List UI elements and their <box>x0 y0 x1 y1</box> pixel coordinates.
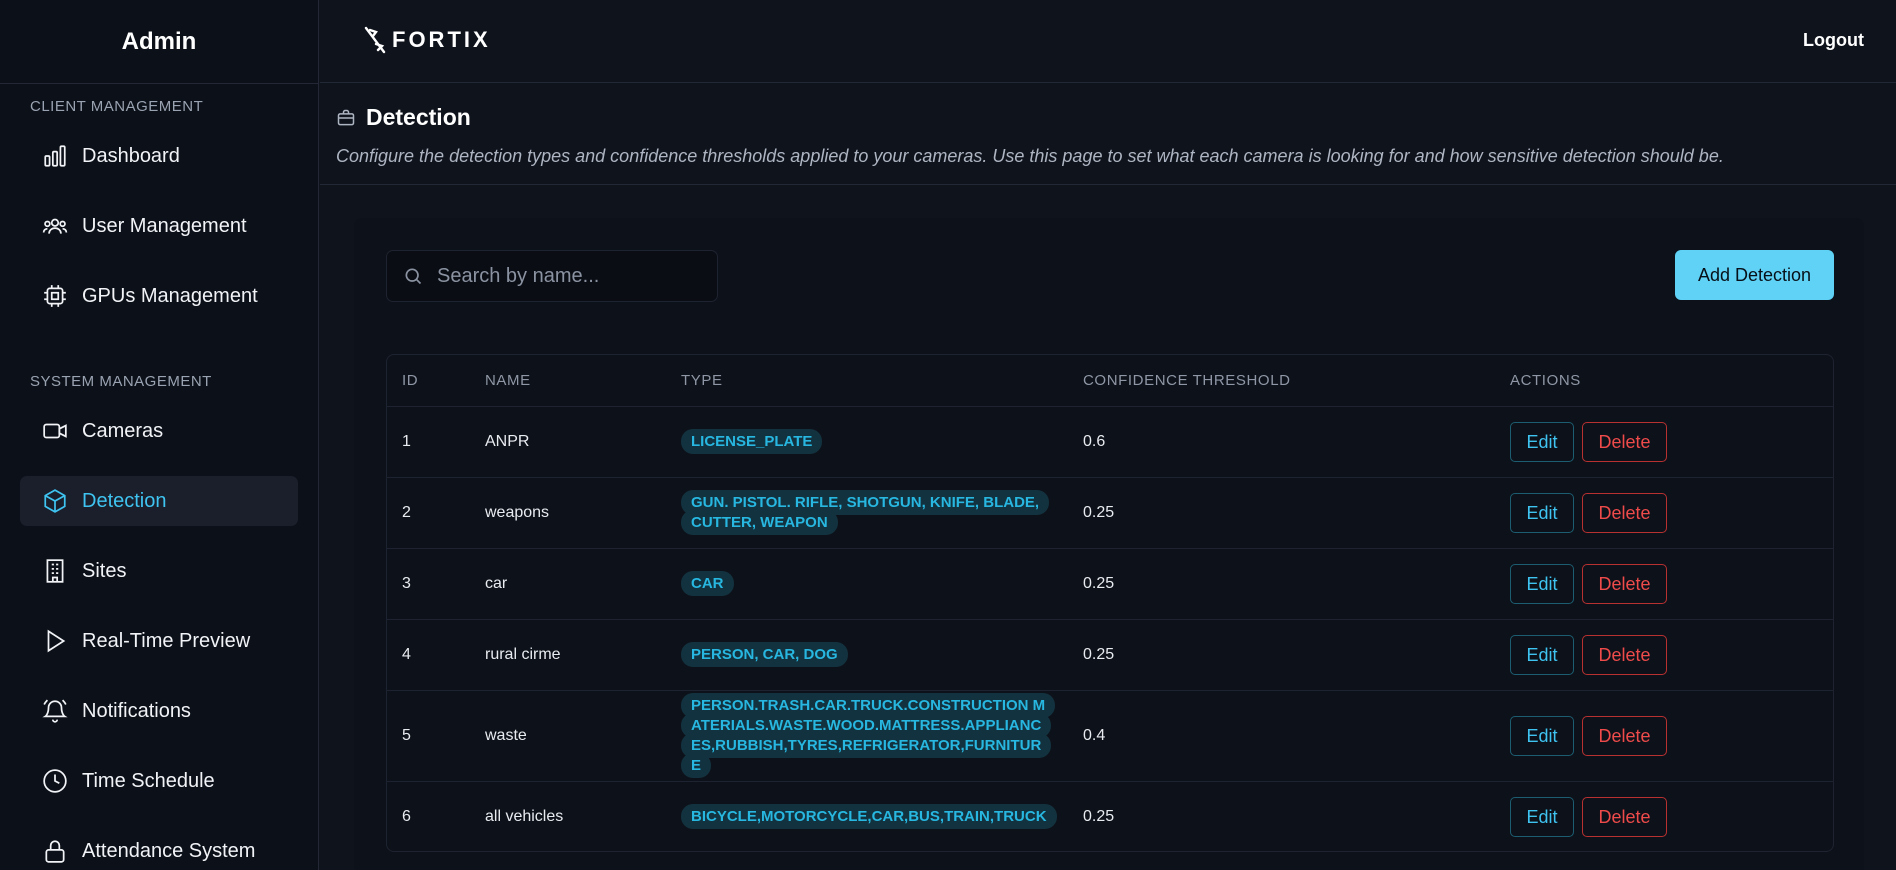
sidebar-item-attendance-system[interactable]: Attendance System <box>20 826 298 870</box>
bell-icon <box>42 699 68 723</box>
sidebar-item-label: Attendance System <box>82 839 256 862</box>
delete-button[interactable]: Delete <box>1582 634 1667 675</box>
cell-id: 4 <box>387 619 470 691</box>
sidebar-item-label: Notifications <box>82 699 191 722</box>
search-input[interactable] <box>437 264 687 288</box>
delete-button[interactable]: Delete <box>1582 715 1667 756</box>
edit-button[interactable]: Edit <box>1510 563 1574 604</box>
type-tag: GUN. PISTOL. RIFLE, SHOTGUN, KNIFE, BLAD… <box>681 489 1050 535</box>
type-tag: PERSON, CAR, DOG <box>681 641 848 667</box>
section-title-client-management: CLIENT MANAGEMENT <box>30 98 204 115</box>
column-header-confidence: CONFIDENCE THRESHOLD <box>1068 355 1495 407</box>
sidebar-item-label: Sites <box>82 559 127 582</box>
page-header: Detection Configure the detection types … <box>320 84 1896 185</box>
cell-name: weapons <box>470 477 666 549</box>
cell-name: waste <box>470 690 666 782</box>
table-row: 3 car CAR 0.25 Edit Delete <box>387 548 1833 620</box>
sidebar-item-label: Dashboard <box>82 144 180 167</box>
edit-button[interactable]: Edit <box>1510 634 1574 675</box>
cell-id: 2 <box>387 477 470 549</box>
page-title: Detection <box>336 104 471 131</box>
column-header-actions: ACTIONS <box>1495 355 1833 407</box>
sidebar-item-label: User Management <box>82 214 247 237</box>
cell-threshold: 0.25 <box>1068 548 1495 620</box>
table-row: 1 ANPR LICENSE_PLATE 0.6 Edit Delete <box>387 406 1833 478</box>
search-box[interactable] <box>386 250 718 302</box>
sidebar-item-label: GPUs Management <box>82 284 258 307</box>
cell-id: 6 <box>402 807 411 825</box>
cell-threshold: 0.25 <box>1083 807 1115 825</box>
logo-mark-icon <box>364 26 386 54</box>
type-tag: LICENSE_PLATE <box>681 428 823 454</box>
detection-table: ID NAME TYPE CONFIDENCE THRESHOLD ACTION… <box>386 354 1834 852</box>
sidebar-brand: Admin <box>0 0 318 84</box>
type-tag: CAR <box>681 570 734 596</box>
sidebar-item-detection[interactable]: Detection <box>20 476 298 526</box>
page-title-text: Detection <box>366 104 471 130</box>
cell-id: 3 <box>387 548 470 620</box>
sidebar-item-sites[interactable]: Sites <box>20 546 298 596</box>
fortix-logo: FORTIX <box>362 26 491 54</box>
sidebar-item-time-schedule[interactable]: Time Schedule <box>20 756 298 806</box>
cell-name: rural cirme <box>470 619 666 691</box>
sidebar-item-user-management[interactable]: User Management <box>20 201 298 251</box>
table-row: 4 rural cirme PERSON, CAR, DOG 0.25 Edit… <box>387 619 1833 691</box>
box-icon <box>44 489 66 513</box>
delete-button[interactable]: Delete <box>1582 421 1667 462</box>
table-header-row: ID NAME TYPE CONFIDENCE THRESHOLD ACTION… <box>387 355 1833 407</box>
column-header-id: ID <box>387 355 470 407</box>
cell-name: all vehicles <box>485 807 564 825</box>
sidebar-item-gpus-management[interactable]: GPUs Management <box>20 271 298 321</box>
table-row: 2 weapons GUN. PISTOL. RIFLE, SHOTGUN, K… <box>387 477 1833 549</box>
section-title-system-management: SYSTEM MANAGEMENT <box>30 373 212 390</box>
add-detection-button[interactable]: Add Detection <box>1675 250 1834 300</box>
delete-button[interactable]: Delete <box>1582 563 1667 604</box>
sidebar: Admin CLIENT MANAGEMENT Dashboard User M… <box>0 0 319 870</box>
sidebar-item-real-time-preview[interactable]: Real-Time Preview <box>20 616 298 666</box>
logo-text: FORTIX <box>392 27 491 52</box>
sidebar-item-label: Time Schedule <box>82 769 215 792</box>
play-icon <box>47 629 66 653</box>
briefcase-icon <box>337 109 355 125</box>
cell-threshold: 0.25 <box>1068 477 1495 549</box>
cell-name: ANPR <box>470 406 666 478</box>
video-icon <box>43 423 67 439</box>
edit-button[interactable]: Edit <box>1510 492 1574 533</box>
sidebar-item-label: Real-Time Preview <box>82 629 251 652</box>
type-tag: BICYCLE,MOTORCYCLE,CAR,BUS,TRAIN,TRUCK <box>681 803 1057 829</box>
detection-panel: Add Detection ID NAME TYPE CONFIDENCE TH… <box>354 218 1864 870</box>
top-bar: FORTIX Logout <box>320 0 1896 83</box>
cpu-icon <box>44 285 66 307</box>
cell-threshold: 0.4 <box>1068 690 1495 782</box>
users-icon <box>42 218 68 234</box>
search-icon <box>405 268 422 285</box>
delete-button[interactable]: Delete <box>1582 796 1667 837</box>
edit-button[interactable]: Edit <box>1510 715 1574 756</box>
clock-icon <box>43 769 67 793</box>
logout-button[interactable]: Logout <box>1803 30 1864 51</box>
sidebar-item-label: Cameras <box>82 419 164 442</box>
table-row: 5 waste PERSON.TRASH.CAR.TRUCK.CONSTRUCT… <box>387 690 1833 782</box>
sidebar-item-notifications[interactable]: Notifications <box>20 686 298 736</box>
cell-name: car <box>470 548 666 620</box>
page-description: Configure the detection types and confid… <box>336 146 1724 166</box>
bar-chart-icon <box>44 145 66 167</box>
lock-icon <box>45 840 65 863</box>
type-tag: PERSON.TRASH.CAR.TRUCK.CONSTRUCTION MATE… <box>681 692 1056 778</box>
edit-button[interactable]: Edit <box>1510 421 1574 462</box>
delete-button[interactable]: Delete <box>1582 492 1667 533</box>
column-header-name: NAME <box>470 355 666 407</box>
sidebar-item-label: Detection <box>82 489 167 512</box>
building-icon <box>46 559 64 583</box>
column-header-type: TYPE <box>666 355 1068 407</box>
cell-id: 5 <box>387 690 470 782</box>
table-row: 6 all vehicles BICYCLE,MOTORCYCLE,CAR,BU… <box>387 781 1833 851</box>
cell-threshold: 0.6 <box>1068 406 1495 478</box>
sidebar-item-cameras[interactable]: Cameras <box>20 406 298 456</box>
edit-button[interactable]: Edit <box>1510 796 1574 837</box>
cell-id: 1 <box>387 406 470 478</box>
cell-threshold: 0.25 <box>1068 619 1495 691</box>
sidebar-item-dashboard[interactable]: Dashboard <box>20 131 298 181</box>
